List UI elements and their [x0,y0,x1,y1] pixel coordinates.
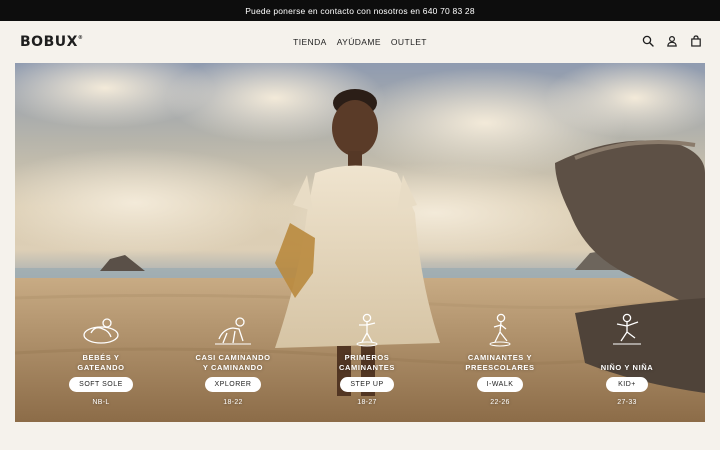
category-name: BEBÉS Y GATEANDO [77,353,125,372]
main-nav: TIENDA AYÚDAME OUTLET [0,37,720,47]
first-walker-icon [356,313,378,347]
category-nino-nina[interactable]: NIÑO Y NIÑA KID+ 27-33 [567,313,687,406]
announcement-text: Puede ponerse en contacto con nosotros e… [245,5,475,16]
category-primeros-caminantes[interactable]: PRIMEROS CAMINANTES STEP UP 18-27 [307,313,427,406]
category-bebes[interactable]: BEBÉS Y GATEANDO SOFT SOLE NB-L [41,313,161,406]
crawling-baby-icon [83,318,119,344]
cart-icon[interactable] [690,35,702,47]
walking-child-icon [489,313,511,347]
hero-banner[interactable]: BEBÉS Y GATEANDO SOFT SOLE NB-L CASI CAM… [15,63,705,422]
search-icon[interactable] [642,35,654,47]
category-caminantes-preescolares[interactable]: CAMINANTES Y PREESCOLARES I-WALK 22-26 [440,313,560,406]
size-range: 18-22 [223,399,243,406]
nav-item-ayudame[interactable]: AYÚDAME [337,37,381,47]
category-name: CAMINANTES Y PREESCOLARES [465,353,535,372]
header-icons [642,35,702,47]
crawling-toddler-icon [215,317,251,345]
i-walk-button[interactable]: I-WALK [476,377,524,392]
xplorer-button[interactable]: XPLORER [204,377,262,392]
category-name: CASI CAMINANDO Y CAMINANDO [195,353,271,372]
size-range: 27-33 [617,399,637,406]
nav-item-tienda[interactable]: TIENDA [293,37,327,47]
category-name: NIÑO Y NIÑA [600,363,654,372]
size-range: NB-L [92,399,110,406]
account-icon[interactable] [666,35,678,47]
category-casi-caminando[interactable]: CASI CAMINANDO Y CAMINANDO XPLORER 18-22 [173,313,293,406]
site-header: BOBUX® TIENDA AYÚDAME OUTLET [0,21,720,63]
announcement-bar: Puede ponerse en contacto con nosotros e… [0,0,720,21]
step-up-button[interactable]: STEP UP [340,377,394,392]
kid-balancing-icon [613,313,641,345]
kid-plus-button[interactable]: KID+ [606,377,648,392]
category-name: PRIMEROS CAMINANTES [339,353,395,372]
size-range: 18-27 [357,399,377,406]
size-range: 22-26 [490,399,510,406]
soft-sole-button[interactable]: SOFT SOLE [69,377,133,392]
nav-item-outlet[interactable]: OUTLET [391,37,427,47]
